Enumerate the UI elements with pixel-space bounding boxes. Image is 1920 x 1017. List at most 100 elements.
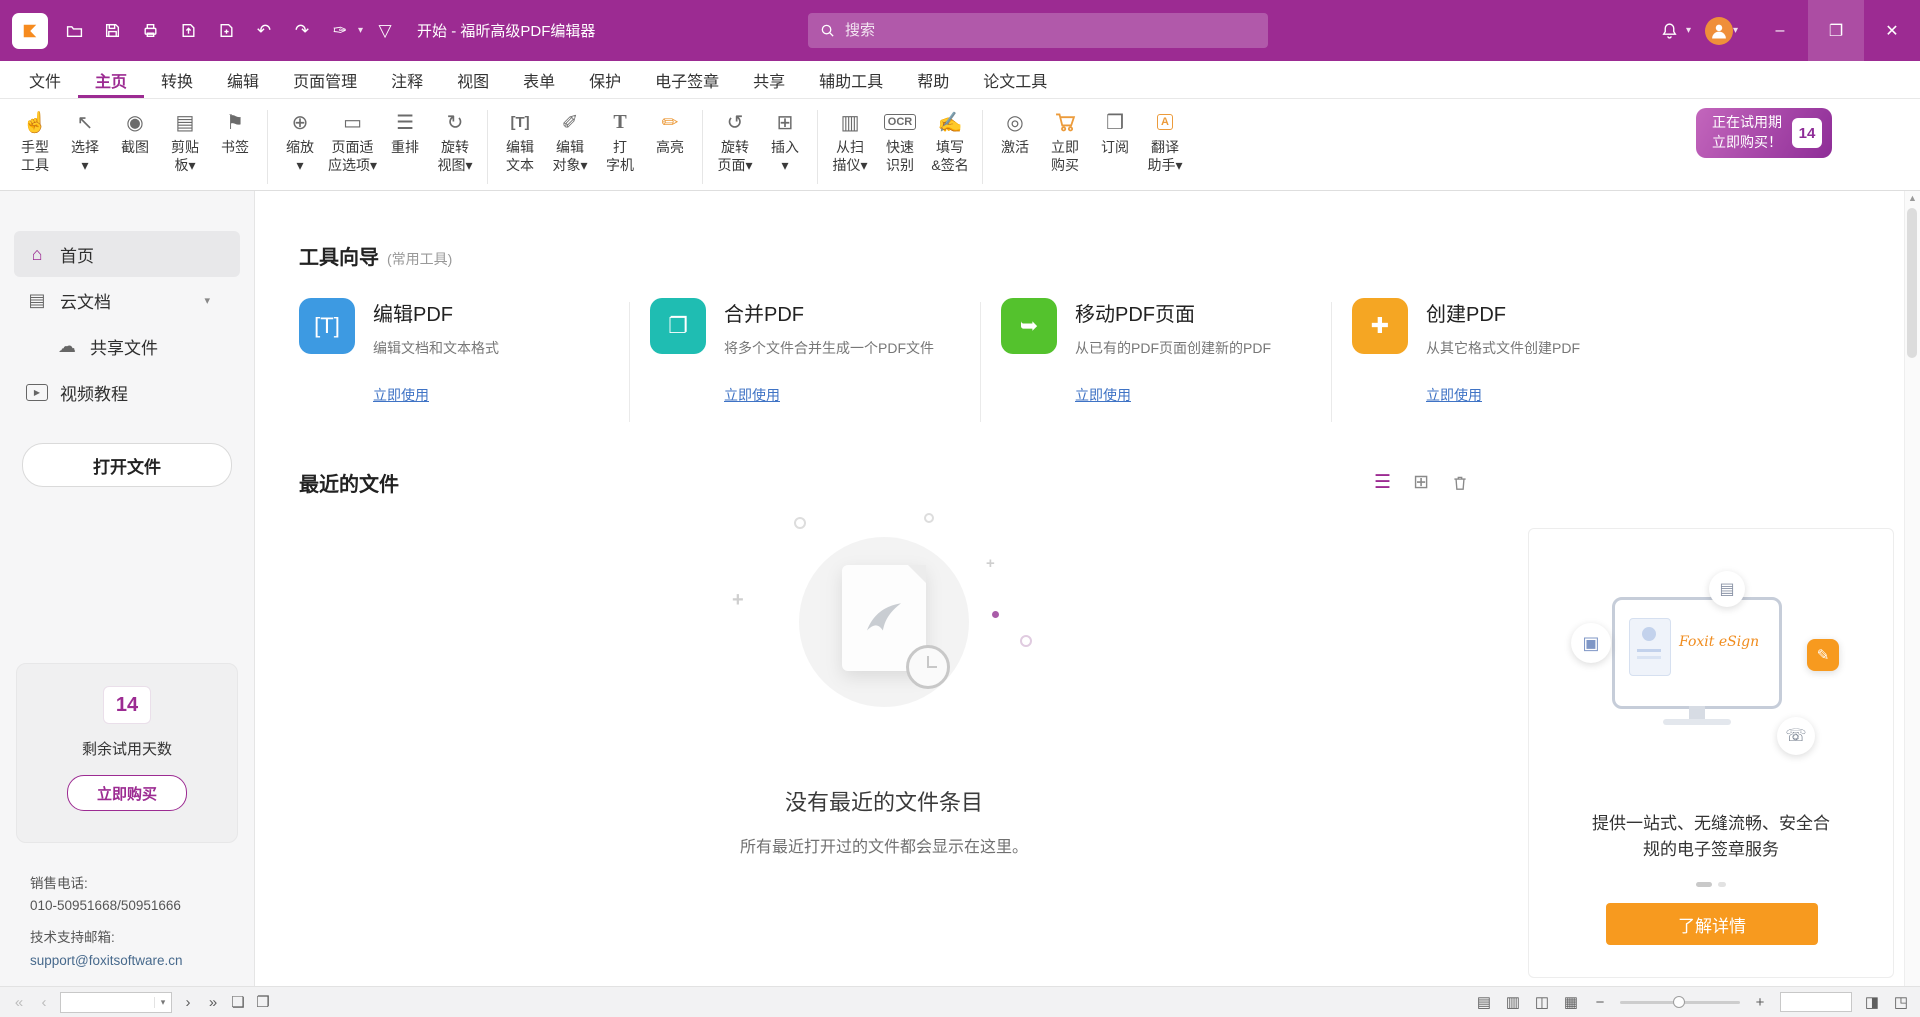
scrollbar-thumb[interactable] bbox=[1907, 208, 1917, 358]
zoom-in-button[interactable]: + bbox=[1751, 994, 1769, 1011]
tool-card-merge-pdf[interactable]: ❐ 合并PDF 将多个文件合并生成一个PDF文件 立即使用 bbox=[650, 298, 960, 405]
menu-form[interactable]: 表单 bbox=[506, 61, 572, 98]
menu-paper-tools[interactable]: 论文工具 bbox=[966, 61, 1064, 98]
menu-share[interactable]: 共享 bbox=[736, 61, 802, 98]
ribbon-activate-button[interactable]: ◎激活 bbox=[990, 104, 1040, 160]
single-page-view-button[interactable]: ▤ bbox=[1475, 993, 1493, 1011]
account-caret-icon[interactable]: ▾ bbox=[1733, 25, 1738, 36]
last-page-button[interactable]: » bbox=[204, 994, 222, 1011]
ribbon-highlight-button[interactable]: ✏高亮 bbox=[645, 104, 695, 160]
menu-convert[interactable]: 转换 bbox=[144, 61, 210, 98]
ribbon-scanner-button[interactable]: ▥从扫 描仪▾ bbox=[825, 104, 875, 177]
print-button[interactable] bbox=[134, 15, 166, 47]
use-now-link[interactable]: 立即使用 bbox=[1075, 385, 1131, 405]
ribbon-reflow-button[interactable]: ☰重排 bbox=[380, 104, 430, 160]
tool-card-create-pdf[interactable]: ✚ 创建PDF 从其它格式文件创建PDF 立即使用 bbox=[1352, 298, 1662, 405]
menu-esign[interactable]: 电子签章 bbox=[638, 61, 736, 98]
ribbon-edit-text-button[interactable]: [T]编辑 文本 bbox=[495, 104, 545, 177]
page-number-input[interactable] bbox=[61, 995, 154, 1010]
ribbon-select-button[interactable]: ↖选择 ▾ bbox=[60, 104, 110, 177]
user-avatar[interactable] bbox=[1705, 17, 1733, 45]
fullscreen-button[interactable]: ◳ bbox=[1892, 993, 1910, 1011]
first-page-button[interactable]: « bbox=[10, 994, 28, 1011]
ribbon-fit-page-button[interactable]: ▭页面适 应选项▾ bbox=[325, 104, 380, 177]
notifications-caret-icon[interactable]: ▾ bbox=[1686, 25, 1691, 36]
open-file-main-button[interactable]: 打开文件 bbox=[22, 443, 232, 487]
redo-button[interactable]: ↷ bbox=[286, 15, 318, 47]
menu-accessibility[interactable]: 辅助工具 bbox=[802, 61, 900, 98]
previous-page-button[interactable]: ‹ bbox=[35, 994, 53, 1011]
facing-view-button[interactable]: ◫ bbox=[1533, 993, 1551, 1011]
page-dropdown-icon[interactable]: ▾ bbox=[154, 997, 171, 1008]
tool-card-move-pdf-pages[interactable]: ➥ 移动PDF页面 从已有的PDF页面创建新的PDF 立即使用 bbox=[1001, 298, 1311, 405]
use-now-link[interactable]: 立即使用 bbox=[373, 385, 429, 405]
clear-recent-button[interactable] bbox=[1451, 474, 1469, 492]
open-file-button[interactable] bbox=[58, 15, 90, 47]
ribbon-subscribe-button[interactable]: ❒订阅 bbox=[1090, 104, 1140, 160]
ribbon-snapshot-button[interactable]: ◉截图 bbox=[110, 104, 160, 160]
facing-continuous-view-button[interactable]: ▦ bbox=[1562, 993, 1580, 1011]
zoom-slider-handle[interactable] bbox=[1673, 996, 1685, 1008]
vertical-scrollbar[interactable]: ▲ bbox=[1904, 191, 1920, 986]
ribbon-clipboard-button[interactable]: ▤剪贴 板▾ bbox=[160, 104, 210, 177]
zoom-level-box[interactable] bbox=[1780, 992, 1852, 1012]
ribbon-ocr-button[interactable]: OCR快速 识别 bbox=[875, 104, 925, 177]
support-email-link[interactable]: support@foxitsoftware.cn bbox=[30, 950, 183, 972]
sidebar-item-cloud-docs[interactable]: ▤ 云文档 ▾ bbox=[14, 277, 240, 323]
carousel-dot-active[interactable] bbox=[1696, 882, 1712, 887]
buy-now-button[interactable]: 立即购买 bbox=[67, 775, 187, 811]
chevron-down-icon[interactable]: ▾ bbox=[204, 294, 210, 307]
ribbon-rotate-pages-button[interactable]: ↺旋转 页面▾ bbox=[710, 104, 760, 177]
menu-view[interactable]: 视图 bbox=[440, 61, 506, 98]
minimize-button[interactable]: – bbox=[1752, 0, 1808, 61]
menu-edit[interactable]: 编辑 bbox=[210, 61, 276, 98]
menu-page-organize[interactable]: 页面管理 bbox=[276, 61, 374, 98]
continuous-view-button[interactable]: ▥ bbox=[1504, 993, 1522, 1011]
menu-help[interactable]: 帮助 bbox=[900, 61, 966, 98]
zoom-level-input[interactable] bbox=[1781, 995, 1851, 1009]
fit-width-button[interactable]: ◨ bbox=[1863, 993, 1881, 1011]
sidebar-item-home[interactable]: ⌂ 首页 bbox=[14, 231, 240, 277]
ribbon-insert-button[interactable]: ⊞插入 ▾ bbox=[760, 104, 810, 177]
new-file-button[interactable] bbox=[210, 15, 242, 47]
zoom-slider[interactable] bbox=[1620, 1001, 1740, 1004]
grid-view-button[interactable]: ⊞ bbox=[1413, 471, 1429, 494]
ribbon-rotate-view-button[interactable]: ↻旋转 视图▾ bbox=[430, 104, 480, 177]
menu-file[interactable]: 文件 bbox=[12, 61, 78, 98]
use-now-link[interactable]: 立即使用 bbox=[724, 385, 780, 405]
search-input[interactable] bbox=[843, 21, 1256, 40]
ribbon-bookmark-button[interactable]: ⚑书签 bbox=[210, 104, 260, 160]
ribbon-edit-object-button[interactable]: ✐编辑 对象▾ bbox=[545, 104, 595, 177]
ribbon-translate-button[interactable]: A翻译 助手▾ bbox=[1140, 104, 1190, 177]
learn-more-button[interactable]: 了解详情 bbox=[1606, 903, 1818, 945]
search-box[interactable] bbox=[808, 13, 1268, 48]
sidebar-item-shared-files[interactable]: ☁ 共享文件 bbox=[14, 323, 240, 369]
ribbon-fill-sign-button[interactable]: ✍填写 &签名 bbox=[925, 104, 975, 177]
save-button[interactable] bbox=[96, 15, 128, 47]
carousel-dots[interactable] bbox=[1529, 882, 1893, 887]
undo-button[interactable]: ↶ bbox=[248, 15, 280, 47]
restore-button[interactable]: ❐ bbox=[1808, 0, 1864, 61]
collapse-ribbon-button[interactable]: ▽ bbox=[369, 15, 401, 47]
quick-tool-caret-icon[interactable]: ▾ bbox=[358, 25, 363, 36]
trial-banner[interactable]: 正在试用期 立即购买！ 14 bbox=[1696, 108, 1832, 158]
previous-view-button[interactable]: ❏ bbox=[229, 993, 247, 1011]
menu-comment[interactable]: 注释 bbox=[374, 61, 440, 98]
zoom-out-button[interactable]: − bbox=[1591, 994, 1609, 1011]
page-number-box[interactable]: ▾ bbox=[60, 992, 172, 1013]
ribbon-zoom-button[interactable]: ⊕缩放 ▾ bbox=[275, 104, 325, 177]
menu-protect[interactable]: 保护 bbox=[572, 61, 638, 98]
menu-home[interactable]: 主页 bbox=[78, 61, 144, 98]
sidebar-item-video-tutorials[interactable]: ▶ 视频教程 bbox=[14, 369, 240, 415]
list-view-button[interactable]: ☰ bbox=[1374, 471, 1391, 494]
close-button[interactable]: ✕ bbox=[1864, 0, 1920, 61]
next-view-button[interactable]: ❐ bbox=[254, 993, 272, 1011]
carousel-dot[interactable] bbox=[1718, 882, 1726, 887]
tool-card-edit-pdf[interactable]: [T] 编辑PDF 编辑文档和文本格式 立即使用 bbox=[299, 298, 609, 405]
ribbon-buy-now-button[interactable]: 立即 购买 bbox=[1040, 104, 1090, 177]
use-now-link[interactable]: 立即使用 bbox=[1426, 385, 1482, 405]
next-page-button[interactable]: › bbox=[179, 994, 197, 1011]
export-button[interactable] bbox=[172, 15, 204, 47]
notifications-button[interactable] bbox=[1654, 15, 1686, 47]
quick-tool-button[interactable]: ✑ bbox=[324, 15, 356, 47]
